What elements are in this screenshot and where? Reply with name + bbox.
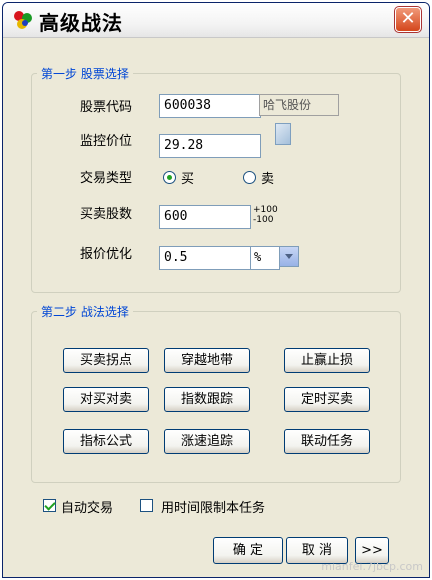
app-logo-icon (14, 11, 32, 29)
shares-stepper[interactable]: +100 -100 (253, 205, 281, 227)
quote-unit-select[interactable]: % (250, 246, 280, 270)
price-picker-icon[interactable] (275, 123, 291, 145)
strategy-button-cross-zone[interactable]: 穿越地带 (164, 348, 250, 373)
strategy-button-stop-profit-loss[interactable]: 止赢止损 (284, 348, 370, 373)
sell-radio-label[interactable]: 卖 (261, 168, 274, 187)
trade-type-label: 交易类型 (80, 171, 133, 186)
window-title: 高级战法 (39, 11, 123, 35)
strategy-button-indicator-formula[interactable]: 指标公式 (63, 429, 149, 454)
title-bar[interactable]: 高级战法 ✕ (3, 3, 429, 38)
sell-radio[interactable] (243, 171, 256, 184)
shares-input[interactable]: 600 (159, 205, 251, 229)
strategy-button-index-track[interactable]: 指数跟踪 (164, 387, 250, 412)
buy-radio-label[interactable]: 买 (181, 168, 194, 187)
strategy-selection-title: 第二步 战法选择 (37, 303, 133, 320)
stock-code-input[interactable]: 600038 (159, 94, 261, 118)
monitor-price-label: 监控价位 (80, 134, 133, 149)
auto-trade-checkbox[interactable] (43, 499, 56, 512)
strategy-button-linked-task[interactable]: 联动任务 (284, 429, 370, 454)
stock-code-label: 股票代码 (80, 100, 133, 115)
dialog-window: 高级战法 ✕ 第一步 股票选择 股票代码 600038 哈飞股份 监控价位 29… (2, 2, 430, 578)
strategy-button-timed-trade[interactable]: 定时买卖 (284, 387, 370, 412)
time-limit-checkbox[interactable] (140, 499, 153, 512)
strategy-button-turning-point[interactable]: 买卖拐点 (63, 348, 149, 373)
time-limit-label[interactable]: 用时间限制本任务 (161, 497, 265, 516)
stepper-down-label[interactable]: -100 (253, 215, 281, 225)
strategy-button-pair-trade[interactable]: 对买对卖 (63, 387, 149, 412)
close-button[interactable]: ✕ (394, 6, 422, 33)
stock-name-display: 哈飞股份 (259, 94, 339, 116)
auto-trade-label[interactable]: 自动交易 (61, 497, 113, 516)
shares-label: 买卖股数 (80, 207, 133, 222)
strategy-button-speed-chase[interactable]: 涨速追踪 (164, 429, 250, 454)
stock-selection-title: 第一步 股票选择 (37, 65, 133, 82)
watermark-text: mianfei.7jbcp.com (321, 560, 423, 573)
quote-optimize-label: 报价优化 (80, 247, 133, 262)
ok-button[interactable]: 确 定 (213, 537, 283, 564)
quote-optimize-input[interactable]: 0.5 (159, 246, 251, 270)
chevron-down-icon[interactable] (279, 246, 299, 267)
monitor-price-input[interactable]: 29.28 (159, 134, 261, 158)
stepper-up-label[interactable]: +100 (253, 205, 281, 215)
buy-radio[interactable] (163, 171, 176, 184)
